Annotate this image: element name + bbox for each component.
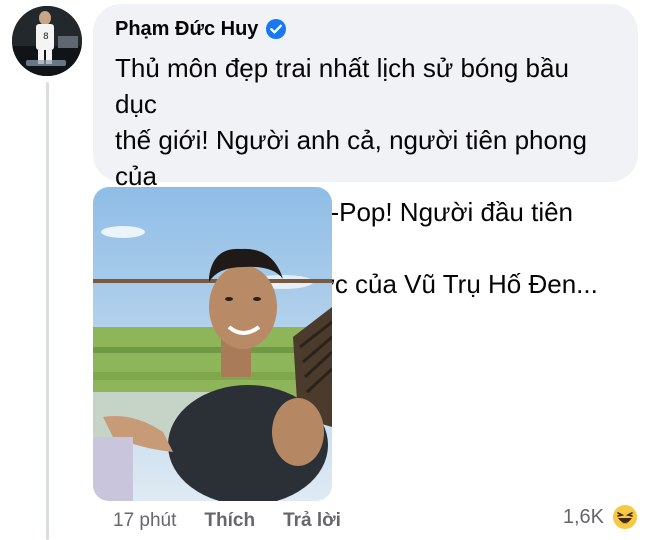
avatar-image: 8 <box>12 6 82 76</box>
photo-image <box>93 187 332 501</box>
comment-timestamp[interactable]: 17 phút <box>113 510 176 532</box>
haha-emoji-icon <box>613 505 637 529</box>
comment-author[interactable]: Phạm Đức Huy <box>115 18 258 41</box>
thread-line <box>46 82 49 540</box>
avatar[interactable]: 8 <box>12 6 82 76</box>
reply-button[interactable]: Trả lời <box>283 510 341 532</box>
comment-bubble: Phạm Đức Huy Thủ môn đẹp trai nhất lịch … <box>93 4 638 299</box>
svg-text:8: 8 <box>43 32 49 42</box>
reaction-count: 1,6K <box>562 505 604 528</box>
comment-actions: 17 phút Thích Trả lời <box>113 510 341 532</box>
comment-photo[interactable] <box>93 187 332 501</box>
like-button[interactable]: Thích <box>204 510 255 532</box>
reaction-summary[interactable]: 1,6K <box>563 504 638 530</box>
verified-badge-icon <box>266 19 287 39</box>
